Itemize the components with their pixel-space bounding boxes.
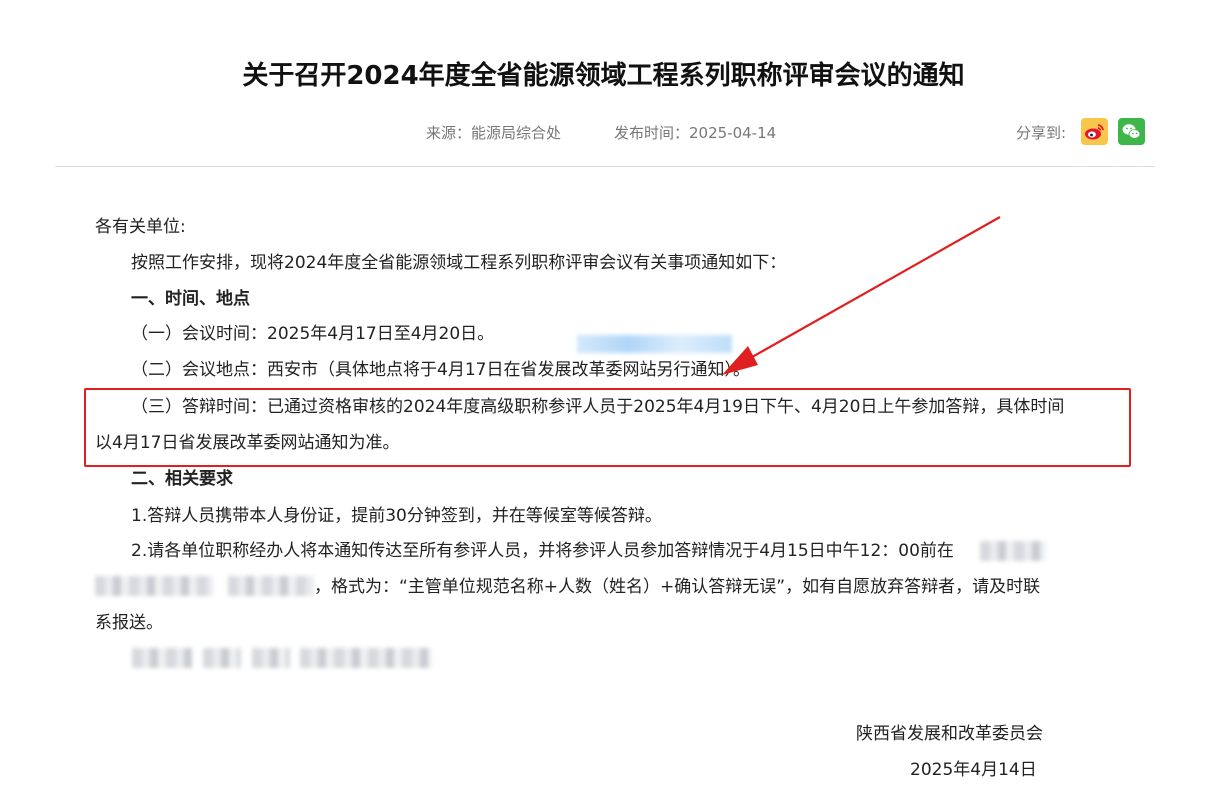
item-meeting-location: （二）会议地点：西安市（具体地点将于4月17日在省发展改革委网站另行通知）。 xyxy=(131,360,750,380)
redacted-text xyxy=(95,576,213,596)
header-divider xyxy=(55,166,1155,167)
share-label: 分享到: xyxy=(1016,124,1067,142)
article-source: 来源：能源局综合处 xyxy=(426,124,562,142)
highlight-box xyxy=(84,388,1131,467)
section-heading-time-place: 一、时间、地点 xyxy=(131,289,250,309)
signature-date: 2025年4月14日 xyxy=(910,760,1037,780)
notice-page: 关于召开2024年度全省能源领域工程系列职称评审会议的通知 来源：能源局综合处 … xyxy=(0,0,1207,801)
redacted-text xyxy=(252,648,290,668)
redacted-text xyxy=(228,576,314,596)
section-heading-requirements: 二、相关要求 xyxy=(131,469,233,489)
signature-org: 陕西省发展和改革委员会 xyxy=(856,724,1043,744)
salutation: 各有关单位: xyxy=(95,217,186,237)
page-title: 关于召开2024年度全省能源领域工程系列职称评审会议的通知 xyxy=(242,61,965,91)
redacted-text xyxy=(203,648,241,668)
publish-time: 发布时间：2025-04-14 xyxy=(614,124,777,142)
annotation-arrow-icon xyxy=(722,216,1001,375)
weibo-icon[interactable] xyxy=(1081,118,1108,145)
intro-paragraph: 按照工作安排，现将2024年度全省能源领域工程系列职称评审会议有关事项通知如下： xyxy=(131,253,787,273)
requirement-1: 1.答辩人员携带本人身份证，提前30分钟签到，并在等候室等候答辩。 xyxy=(131,506,662,526)
redacted-text xyxy=(980,541,1046,561)
redacted-text xyxy=(300,648,432,668)
requirement-2-line2: ，格式为：“主管单位规范名称+人数（姓名）+确认答辩无误”，如有自愿放弃答辩者，… xyxy=(314,577,1041,597)
wechat-icon[interactable] xyxy=(1118,118,1145,145)
item-meeting-time: （一）会议时间：2025年4月17日至4月20日。 xyxy=(131,324,495,344)
requirement-2-line3: 系报送。 xyxy=(95,613,163,633)
requirement-2-line1: 2.请各单位职称经办人将本通知传达至所有参评人员，并将参评人员参加答辩情况于4月… xyxy=(131,541,954,561)
redacted-text xyxy=(132,648,192,668)
